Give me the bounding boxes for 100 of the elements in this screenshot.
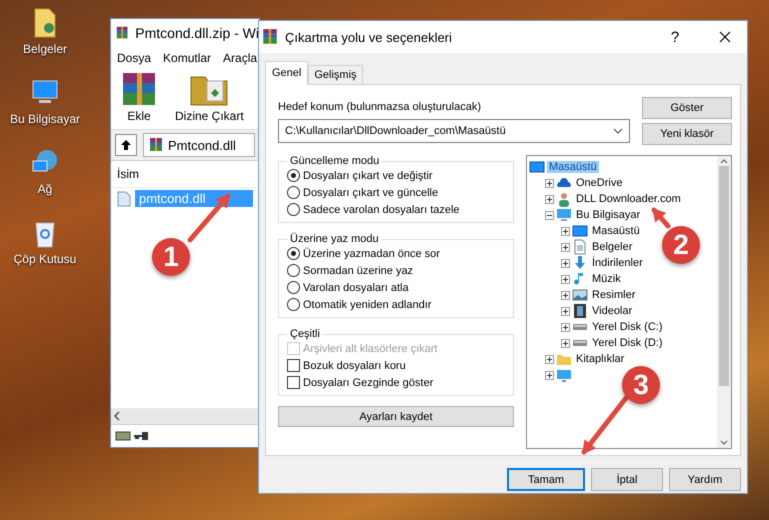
file-icon — [117, 190, 131, 206]
option-label: Sormadan üzerine yaz — [303, 264, 414, 276]
picture-icon — [572, 287, 588, 303]
desktop-icon-label[interactable]: Bu Bilgisayar — [10, 112, 80, 126]
plus-box-icon[interactable] — [561, 306, 570, 316]
document-icon — [33, 8, 57, 38]
option-label: Arşivleri alt klasörlere çıkart — [303, 342, 438, 354]
plus-box-icon[interactable] — [561, 226, 570, 236]
address-field[interactable]: Pmtcond.dll — [143, 133, 255, 157]
computer-icon — [556, 207, 572, 223]
desktop-icon-label[interactable]: Çöp Kutusu — [14, 252, 76, 266]
up-arrow-icon — [120, 139, 132, 151]
option-label: Bozuk dosyaları koru — [303, 360, 406, 372]
tree-item[interactable]: Müzik — [590, 273, 623, 285]
menu-item[interactable]: Araçla — [223, 51, 258, 65]
key-icon — [133, 430, 149, 442]
tree-item[interactable]: İndirilenler — [590, 257, 645, 269]
film-icon — [572, 303, 588, 319]
plus-box-icon[interactable] — [561, 274, 570, 284]
checkbox[interactable] — [287, 359, 300, 372]
help-button[interactable]: ? — [653, 21, 697, 53]
radio-button[interactable] — [287, 281, 300, 294]
radio-button[interactable] — [287, 247, 300, 260]
menu-item[interactable]: Komutlar — [163, 51, 212, 65]
destination-text: C:\Kullanıcılar\DllDownloader_com\Masaüstü — [285, 125, 506, 137]
radio-button[interactable] — [287, 298, 300, 311]
plus-box-icon[interactable] — [545, 194, 554, 204]
plus-box-icon[interactable] — [561, 338, 570, 348]
callout-arrow — [652, 208, 670, 228]
tree-item[interactable]: Yerel Disk (C:) — [590, 321, 664, 333]
callout-arrow — [582, 396, 628, 454]
tab[interactable]: Genel — [265, 61, 308, 85]
tree-item[interactable]: Bu Bilgisayar — [574, 209, 642, 221]
tree-item[interactable]: Masaüstü — [547, 161, 599, 173]
chevron-up-icon — [720, 158, 728, 164]
drive-icon — [572, 324, 588, 330]
chevron-down-icon — [720, 440, 728, 446]
group-title: Çeşitli — [289, 328, 321, 340]
left-chevron-icon — [113, 411, 121, 421]
address-text: Pmtcond.dll — [168, 138, 236, 152]
desktop-icon-label[interactable]: Ağ — [38, 182, 52, 196]
option-label: Dosyaları çıkart ve değiştir — [303, 170, 433, 182]
vertical-scrollbar[interactable] — [717, 156, 731, 448]
archive-icon — [148, 137, 164, 153]
radio-button[interactable] — [287, 264, 300, 277]
drive-icon — [572, 340, 588, 346]
close-icon — [719, 31, 731, 43]
option-label: Dosyaları çıkart ve güncelle — [303, 186, 438, 198]
chevron-down-icon — [613, 128, 623, 134]
plus-box-icon[interactable] — [545, 178, 554, 188]
archive-icon — [115, 25, 130, 41]
tree-item[interactable]: Belgeler — [590, 241, 634, 253]
plus-box-icon[interactable] — [561, 290, 570, 300]
tree-item[interactable]: DLL Downloader.com — [574, 193, 683, 205]
dialog-button[interactable]: Tamam — [507, 468, 585, 491]
toolbar-button[interactable]: Ekle — [117, 71, 161, 127]
minus-box-icon[interactable] — [545, 210, 554, 220]
archive-icon — [261, 28, 279, 46]
option-label: Dosyaları Gezginde göster — [303, 376, 434, 388]
tree-item[interactable]: OneDrive — [574, 177, 624, 189]
tree-item[interactable]: Kitaplıklar — [574, 353, 626, 365]
horizontal-scrollbar[interactable] — [111, 408, 259, 424]
tree-item[interactable]: Masaüstü — [590, 225, 642, 237]
desktop-icon-label[interactable]: Belgeler — [22, 42, 68, 56]
radio-button[interactable] — [287, 203, 300, 216]
tree-item[interactable]: Yerel Disk (D:) — [590, 337, 664, 349]
document-icon — [572, 239, 588, 255]
monitor-icon — [529, 159, 545, 175]
toolbar-button[interactable]: Dizine Çıkart — [175, 71, 244, 127]
plus-box-icon[interactable] — [561, 258, 570, 268]
drive-icon — [115, 430, 131, 442]
option-label: Varolan dosyaları atla — [303, 282, 409, 294]
dialog-button[interactable]: Yardım — [669, 468, 741, 491]
network-icon — [556, 367, 572, 383]
tree-item[interactable]: Resimler — [590, 289, 638, 301]
radio-button[interactable] — [287, 186, 300, 199]
plus-box-icon[interactable] — [545, 354, 554, 364]
group-title: Üzerine yaz modu — [289, 233, 380, 245]
tab[interactable]: Gelişmiş — [308, 65, 363, 85]
field-label: Hedef konum (bulunmazsa oluşturulacak) — [278, 101, 482, 115]
option-label: Otomatik yeniden adlandır — [303, 298, 432, 310]
option-label: Üzerine yazmadan önce sor — [303, 248, 440, 260]
side-button[interactable]: Göster — [642, 97, 732, 119]
tree-item[interactable]: Videolar — [590, 305, 634, 317]
destination-combo[interactable]: C:\Kullanıcılar\DllDownloader_com\Masaüstü — [278, 119, 630, 143]
checkbox[interactable] — [287, 376, 300, 389]
menu-item[interactable]: Dosya — [117, 51, 152, 65]
user-icon — [556, 191, 572, 207]
save-settings-button[interactable]: Ayarları kaydet — [278, 406, 514, 427]
option-label: Sadece varolan dosyaları tazele — [303, 204, 460, 216]
dialog-button[interactable]: İptal — [591, 468, 663, 491]
window-title: Pmtcond.dll.zip - Wi — [135, 25, 259, 41]
plus-box-icon[interactable] — [561, 242, 570, 252]
radio-button[interactable] — [287, 169, 300, 182]
up-folder-button[interactable] — [115, 134, 137, 156]
monitor-icon — [572, 223, 588, 239]
plus-box-icon[interactable] — [561, 322, 570, 332]
down-arrow-icon — [572, 255, 588, 271]
plus-box-icon[interactable] — [545, 370, 554, 380]
side-button[interactable]: Yeni klasör — [642, 123, 732, 145]
